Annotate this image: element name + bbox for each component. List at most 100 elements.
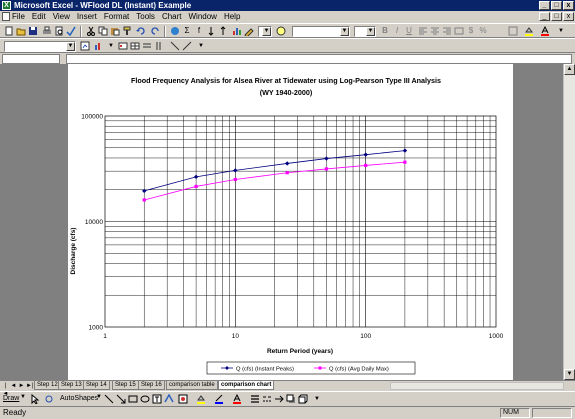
data-point-diamond[interactable]: [142, 188, 147, 194]
clip-art-icon[interactable]: [178, 394, 188, 404]
menu-window[interactable]: Window: [189, 11, 217, 22]
formula-input[interactable]: [66, 54, 572, 64]
vertical-scrollbar[interactable]: ▲ ▼: [563, 64, 575, 380]
align-center-icon[interactable]: [430, 26, 440, 36]
menu-file[interactable]: File: [12, 11, 25, 22]
italic-button[interactable]: I: [392, 26, 402, 36]
bold-button[interactable]: B: [380, 26, 390, 36]
menu-insert[interactable]: Insert: [77, 11, 97, 22]
line-tool-icon[interactable]: [104, 394, 114, 404]
autoshapes-menu-button[interactable]: AutoShapes: [60, 395, 98, 402]
chevron-down-icon[interactable]: ▼: [66, 42, 75, 51]
chevron-down-icon[interactable]: ▼: [262, 27, 271, 36]
open-folder-icon[interactable]: [16, 26, 26, 36]
save-icon[interactable]: [28, 26, 38, 36]
y-axis-label[interactable]: Discharge (cfs): [70, 228, 77, 275]
font-color-icon[interactable]: [540, 25, 550, 36]
data-point-diamond[interactable]: [193, 174, 199, 180]
merge-center-icon[interactable]: [454, 26, 464, 36]
select-objects-icon[interactable]: [30, 393, 40, 405]
align-left-icon[interactable]: [418, 26, 428, 36]
copy-icon[interactable]: [98, 26, 108, 36]
borders-icon[interactable]: [508, 26, 518, 36]
angle-text-up-icon[interactable]: [182, 41, 192, 51]
data-point-square[interactable]: [364, 163, 368, 168]
close-button[interactable]: x: [563, 1, 574, 10]
data-point-square[interactable]: [324, 167, 329, 171]
text-box-icon[interactable]: [152, 394, 162, 404]
last-sheet-button[interactable]: ►|: [26, 382, 34, 390]
sort-ascending-icon[interactable]: [206, 26, 216, 36]
redo-icon[interactable]: [150, 26, 160, 36]
undo-icon[interactable]: [136, 26, 146, 36]
menu-format[interactable]: Format: [104, 11, 129, 22]
name-box[interactable]: [2, 54, 60, 64]
next-sheet-button[interactable]: ►: [18, 382, 25, 390]
flood-frequency-chart[interactable]: Flood Frequency Analysis for Alsea River…: [68, 64, 513, 380]
horizontal-scrollbar[interactable]: [390, 382, 564, 390]
sort-descending-icon[interactable]: [218, 26, 228, 36]
menu-view[interactable]: View: [53, 11, 70, 22]
hyperlink-icon[interactable]: [170, 26, 180, 36]
chart-subtitle[interactable]: (WY 1940-2000): [260, 88, 313, 97]
line-style-icon[interactable]: [250, 394, 260, 404]
legend[interactable]: Q (cfs) (Instant Peaks) Q (cfs) (Avg Dai…: [206, 361, 416, 375]
free-rotate-icon[interactable]: [44, 394, 54, 404]
data-point-square[interactable]: [194, 184, 198, 189]
font-size-select[interactable]: ▼: [354, 26, 376, 37]
3d-icon[interactable]: [298, 394, 308, 404]
dash-style-icon[interactable]: [262, 394, 272, 404]
data-point-square[interactable]: [142, 198, 146, 202]
scroll-down-icon[interactable]: ▼: [564, 369, 575, 380]
chart-type-dropdown-icon[interactable]: ▼: [106, 41, 116, 51]
spelling-icon[interactable]: [66, 26, 76, 37]
fill-color-icon[interactable]: [196, 394, 206, 404]
chevron-down-icon[interactable]: ▼: [340, 27, 349, 36]
align-right-icon[interactable]: [442, 26, 452, 36]
tab-step-15[interactable]: Step 15: [112, 381, 139, 390]
by-column-icon[interactable]: [154, 41, 164, 51]
print-preview-icon[interactable]: [54, 26, 64, 36]
percent-icon[interactable]: %: [478, 26, 488, 36]
help-icon[interactable]: [276, 26, 286, 36]
format-chart-area-icon[interactable]: [80, 41, 90, 51]
draw-dropdown-icon[interactable]: ▼: [20, 394, 26, 400]
data-table-icon[interactable]: [130, 41, 140, 51]
wordart-icon[interactable]: [164, 393, 174, 404]
autosum-icon[interactable]: Σ: [182, 26, 192, 36]
data-point-square[interactable]: [403, 160, 407, 164]
angle-text-down-icon[interactable]: [170, 41, 180, 51]
data-point-square[interactable]: [233, 177, 237, 182]
data-point-diamond[interactable]: [233, 168, 238, 173]
font-name-select[interactable]: ▼: [292, 26, 350, 37]
zoom-select[interactable]: ▼: [258, 26, 272, 37]
arrow-style-icon[interactable]: [274, 394, 284, 404]
by-row-icon[interactable]: [142, 41, 152, 51]
doc-restore-button[interactable]: □: [551, 12, 562, 21]
tab-comparison-table[interactable]: comparison table: [166, 381, 218, 390]
data-point-diamond[interactable]: [363, 152, 368, 157]
tab-step-13[interactable]: Step 13: [58, 381, 85, 390]
doc-minimize-button[interactable]: _: [539, 12, 550, 21]
tab-step-12[interactable]: Step 12: [34, 381, 61, 390]
excel-app-icon[interactable]: X: [2, 1, 11, 10]
x-axis-label[interactable]: Return Period (years): [267, 348, 333, 355]
print-icon[interactable]: [42, 26, 52, 36]
arrow-tool-icon[interactable]: [116, 394, 126, 404]
menu-edit[interactable]: Edit: [32, 11, 46, 22]
tab-step-14[interactable]: Step 14: [83, 381, 110, 390]
document-icon[interactable]: [2, 12, 10, 21]
minimize-button[interactable]: _: [539, 1, 550, 10]
legend-icon[interactable]: [118, 41, 128, 51]
doc-close-button[interactable]: x: [563, 12, 574, 21]
cut-icon[interactable]: [86, 26, 96, 36]
data-point-square[interactable]: [285, 171, 289, 175]
autoshapes-dropdown-icon[interactable]: ▼: [96, 394, 102, 400]
prev-sheet-button[interactable]: ◄: [10, 382, 17, 390]
underline-button[interactable]: U: [404, 26, 414, 36]
fill-color-icon[interactable]: [524, 26, 534, 36]
first-sheet-button[interactable]: |◄: [2, 382, 9, 397]
data-point-diamond[interactable]: [402, 148, 408, 153]
chart-objects-select[interactable]: ▼: [4, 41, 76, 52]
drawing-icon[interactable]: [244, 26, 254, 38]
